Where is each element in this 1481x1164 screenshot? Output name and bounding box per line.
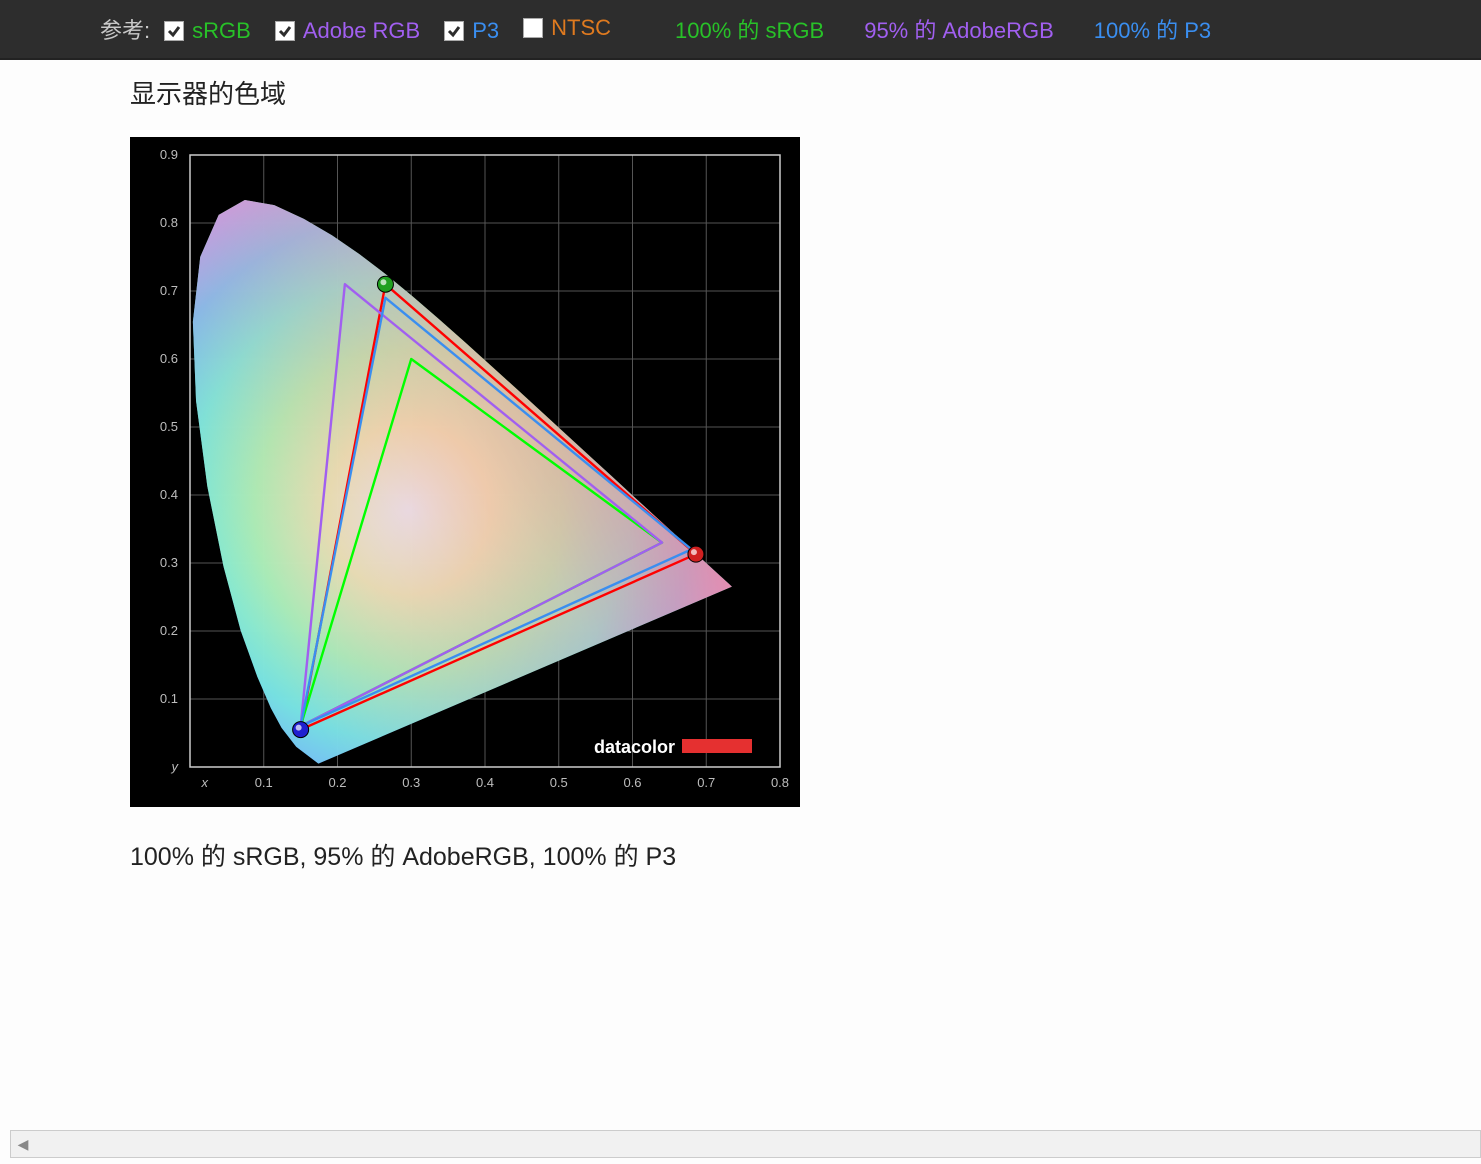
svg-text:0.9: 0.9: [160, 147, 178, 162]
svg-text:0.4: 0.4: [476, 775, 494, 790]
checkbox-label: NTSC: [551, 15, 611, 41]
checkbox-label: P3: [472, 18, 499, 44]
svg-text:0.2: 0.2: [328, 775, 346, 790]
svg-text:0.3: 0.3: [402, 775, 420, 790]
svg-text:0.2: 0.2: [160, 623, 178, 638]
svg-text:0.5: 0.5: [550, 775, 568, 790]
svg-text:0.8: 0.8: [160, 215, 178, 230]
svg-text:0.6: 0.6: [160, 351, 178, 366]
page-title: 显示器的色域: [130, 74, 1481, 111]
checkbox-box[interactable]: [523, 18, 543, 38]
checkbox-box[interactable]: [444, 21, 464, 41]
checkbox-box[interactable]: [164, 21, 184, 41]
svg-text:0.4: 0.4: [160, 487, 178, 502]
svg-text:x: x: [201, 775, 209, 790]
svg-text:0.7: 0.7: [697, 775, 715, 790]
checkbox-srgb[interactable]: sRGB: [164, 18, 251, 44]
coverage-result: 100% 的 P3: [1094, 13, 1211, 45]
svg-text:0.8: 0.8: [771, 775, 789, 790]
checkbox-label: sRGB: [192, 18, 251, 44]
svg-text:0.6: 0.6: [623, 775, 641, 790]
checkbox-box[interactable]: [275, 21, 295, 41]
gamut-chart: 0.1 0.2 0.3 0.4 0.5 0.6 0.7 0.8 0.1 0.2 0.3 0.4 0.5 0…: [130, 137, 800, 807]
checkbox-adobe-rgb[interactable]: Adobe RGB: [275, 18, 420, 44]
gamut-caption: 100% 的 sRGB, 95% 的 AdobeRGB, 100% 的 P3: [130, 837, 1481, 873]
horizontal-scrollbar[interactable]: ◀: [10, 1130, 1481, 1158]
coverage-result: 100% 的 sRGB: [675, 13, 824, 45]
svg-text:0.1: 0.1: [255, 775, 273, 790]
svg-text:datacolor: datacolor: [594, 737, 675, 757]
checkbox-p3[interactable]: P3: [444, 18, 499, 44]
coverage-result: 95% 的 AdobeRGB: [864, 13, 1054, 45]
reference-toolbar: 参考: sRGB Adobe RGB P3 NTSC 100% 的 sRGB 95% 的…: [0, 0, 1481, 58]
svg-text:0.1: 0.1: [160, 691, 178, 706]
svg-text:0.7: 0.7: [160, 283, 178, 298]
svg-text:0.5: 0.5: [160, 419, 178, 434]
svg-text:y: y: [171, 759, 180, 774]
checkbox-label: Adobe RGB: [303, 18, 420, 44]
scroll-left-arrow[interactable]: ◀: [11, 1132, 35, 1156]
reference-label: 参考:: [100, 13, 150, 45]
svg-text:0.3: 0.3: [160, 555, 178, 570]
checkbox-ntsc[interactable]: NTSC: [523, 15, 611, 41]
content-area: 显示器的色域 0.1 0.2 0.3 0.4 0.5 0.6 0.7 0.8 0.1 0.2 0.3…: [0, 74, 1481, 873]
